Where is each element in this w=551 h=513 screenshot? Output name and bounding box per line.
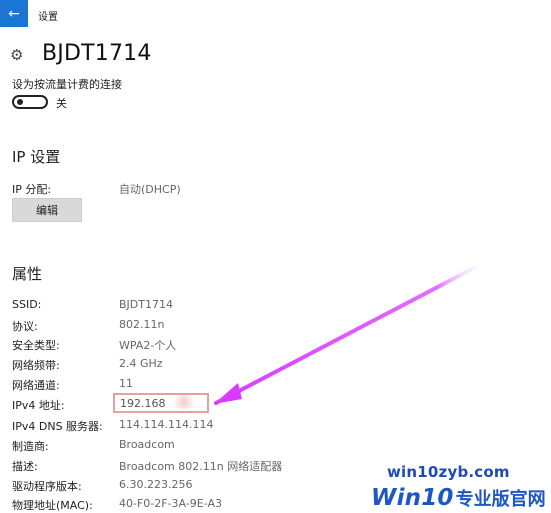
properties-title: 属性: [12, 265, 43, 283]
ip-assignment-label: IP 分配:: [12, 183, 52, 196]
description-label: 描述:: [12, 460, 38, 473]
ipv4-dns-value: 114.114.114.114: [119, 418, 214, 431]
back-button[interactable]: ←: [0, 0, 28, 27]
ipv4-address-value: 192.168: [120, 397, 166, 410]
manufacturer-label: 制造商:: [12, 440, 49, 453]
network-name: BJDT1714: [42, 41, 152, 66]
toggle-knob: [17, 99, 23, 105]
manufacturer-value: Broadcom: [119, 438, 175, 451]
metered-toggle-state: 关: [56, 97, 67, 110]
ipv4-address-label: IPv4 地址:: [12, 399, 65, 412]
metered-connection-label: 设为按流量计费的连接: [12, 78, 122, 91]
ip-assignment-value: 自动(DHCP): [119, 183, 181, 196]
security-type-label: 安全类型:: [12, 339, 60, 352]
network-band-label: 网络频带:: [12, 359, 60, 372]
watermark-brand-subtitle: 专业版官网: [455, 489, 546, 510]
watermark-brand-main: Win10: [371, 485, 454, 511]
security-type-value: WPA2-个人: [119, 339, 177, 352]
driver-version-value: 6.30.223.256: [119, 478, 193, 491]
driver-version-label: 驱动程序版本:: [12, 480, 82, 493]
window-title: 设置: [38, 12, 58, 23]
mac-address-label: 物理地址(MAC):: [12, 499, 93, 512]
description-value: Broadcom 802.11n 网络适配器: [119, 460, 283, 473]
ssid-value: BJDT1714: [119, 298, 173, 311]
gear-icon: ⚙: [10, 46, 24, 64]
ipv4-address-redaction: [170, 395, 198, 409]
network-channel-label: 网络通道:: [12, 379, 60, 392]
edit-button[interactable]: 编辑: [12, 198, 82, 222]
protocol-label: 协议:: [12, 320, 38, 333]
metered-connection-toggle[interactable]: [12, 95, 48, 109]
ipv4-dns-label: IPv4 DNS 服务器:: [12, 420, 103, 433]
back-arrow-icon: ←: [8, 5, 20, 22]
watermark-brand: Win10 专业版官网: [371, 485, 546, 511]
mac-address-value: 40-F0-2F-3A-9E-A3: [119, 497, 223, 510]
protocol-value: 802.11n: [119, 318, 165, 331]
watermark-url: win10zyb.com: [387, 463, 510, 481]
network-channel-value: 11: [119, 377, 133, 390]
network-band-value: 2.4 GHz: [119, 357, 163, 370]
ip-settings-title: IP 设置: [12, 148, 61, 166]
ssid-label: SSID:: [12, 298, 42, 311]
